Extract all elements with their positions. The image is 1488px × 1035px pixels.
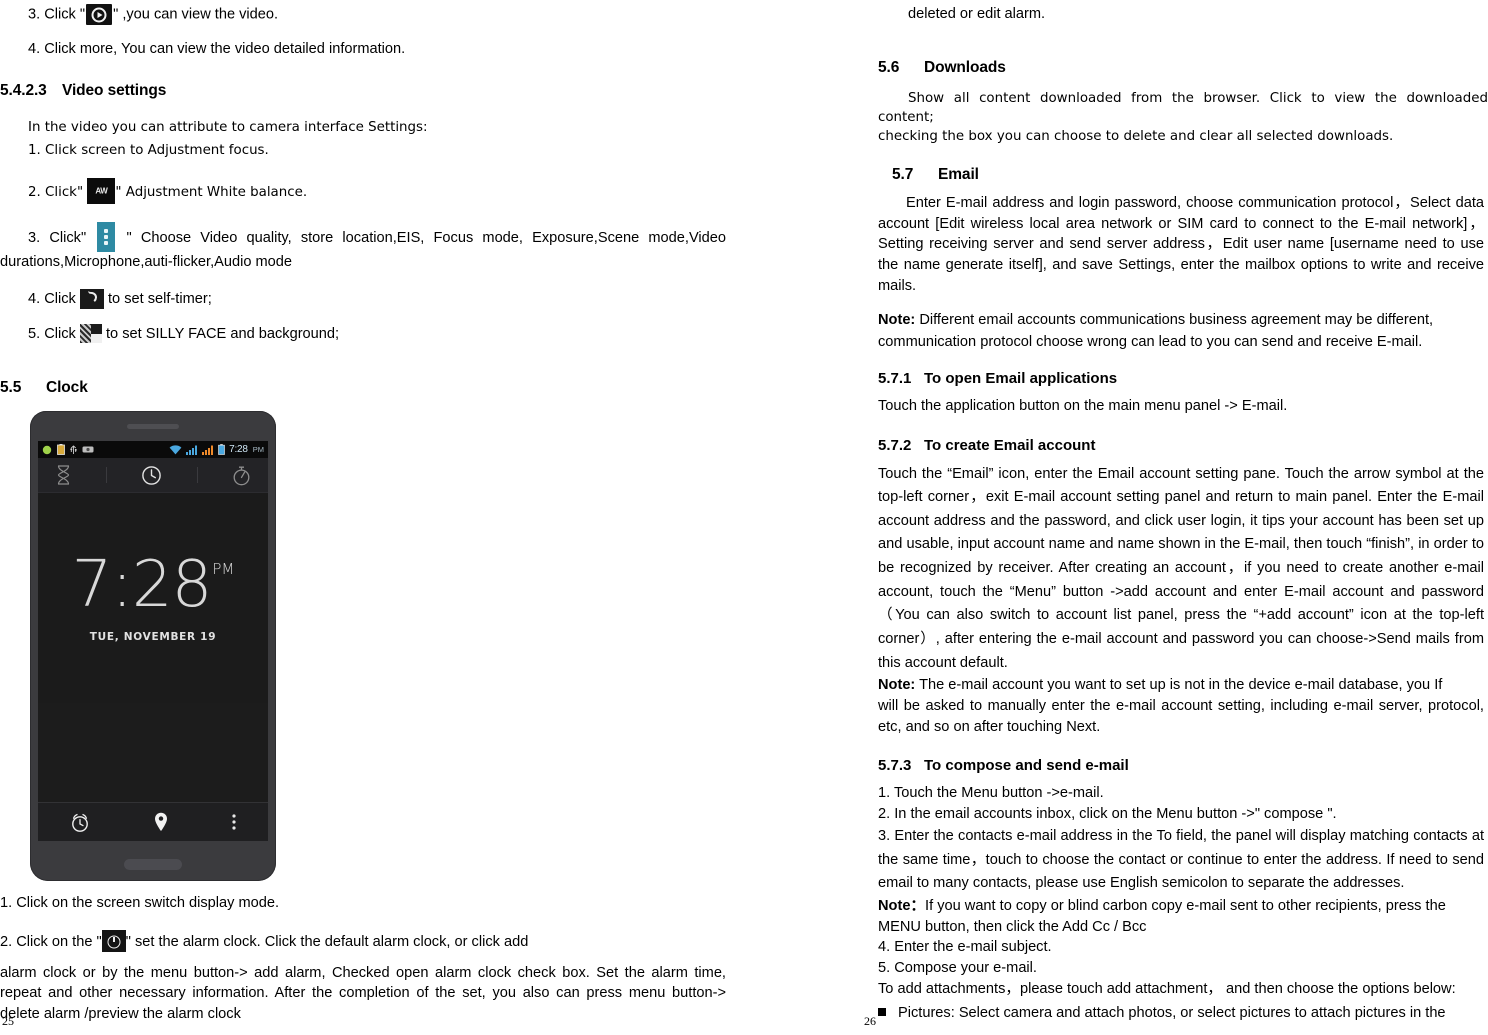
create-email-note: Note: The e-mail account you want to set… [744, 675, 1488, 696]
compose-step-5: 5. Compose your e-mail. [878, 959, 1037, 976]
create-email-note-continued: will be asked to manually enter the e-ma… [878, 698, 1484, 735]
email-intro-paragraph: Enter E-mail address and login password,… [878, 195, 1484, 294]
status-bar-ampm: PM [252, 445, 264, 455]
video-settings-intro: In the video you can attribute to camera… [28, 120, 428, 136]
left-page: 3. Click " " ,you can view the video. 4. … [0, 0, 744, 1035]
clock-ampm: PM [212, 560, 235, 579]
clock-date: TUE, NOVEMBER 19 [89, 631, 217, 644]
heading-number: 5.7.1 [878, 369, 912, 387]
create-email-account-text: Touch the “Email” icon, enter the Email … [878, 465, 1484, 671]
clock-app-screenshot: 7:28 PM 7:28PM TUE, NOVEMBER 19 [30, 411, 726, 882]
battery-icon [218, 444, 225, 456]
heading-number: 5.7 [892, 166, 914, 184]
play-icon [86, 4, 113, 25]
continued-deleted-or-edit-alarm: deleted or edit alarm. [908, 6, 1046, 22]
note-text: The e-mail account you want to set up is… [915, 677, 1443, 694]
screenshot-icon [82, 446, 94, 453]
open-email-text: Touch the application button on the main… [878, 397, 1288, 414]
heading-5-6: 5.6 Downloads [744, 59, 1488, 78]
clock-bottom-bar [38, 802, 268, 842]
heading-title: Downloads [924, 58, 1006, 76]
overflow-menu-icon[interactable] [231, 812, 237, 832]
square-bullet-icon [878, 1008, 886, 1017]
note-text: If you want to copy or blind carbon copy… [878, 897, 1446, 935]
heading-5-5: 5.5 Clock [0, 379, 726, 398]
vs-step-2: 2. Click" AW " Adjustment White balance. [0, 178, 726, 205]
email-note: Note: Different email accounts communica… [744, 309, 1488, 354]
clock-step-2-continued: alarm clock or by the menu button-> add … [0, 964, 726, 1023]
heading-5-7-1: 5.7.1 To open Email applications [744, 370, 1488, 388]
clock-tab-bar [38, 458, 268, 494]
home-button[interactable] [124, 859, 182, 871]
heading-title: Email [938, 166, 979, 184]
heading-title: Clock [46, 378, 88, 396]
heading-5-7: 5.7 Email [744, 166, 1488, 185]
timer-tab-icon[interactable] [55, 465, 72, 485]
tab-divider [196, 467, 198, 484]
self-timer-icon [79, 289, 104, 310]
note-label: Note: [878, 677, 916, 694]
heading-number: 5.5 [0, 378, 22, 396]
vs-step-5: 5. Click to set SILLY FACE and backgroun… [28, 323, 340, 343]
heading-title: Video settings [62, 81, 167, 99]
vs-step-1: 1. Click screen to Adjustment focus. [28, 143, 269, 159]
heading-title: To open Email applications [924, 369, 1118, 387]
signal-sim2-icon [202, 445, 214, 455]
heading-5-7-2: 5.7.2 To create Email account [744, 437, 1488, 455]
downloads-paragraph-line2: checking the box you can choose to delet… [878, 129, 1394, 145]
overflow-menu-icon [97, 222, 116, 253]
heading-number: 5.6 [878, 58, 900, 76]
vs-step-4: 4. Click to set self-timer; [28, 289, 212, 310]
bullet-text: Pictures: Select camera and attach photo… [898, 1005, 1446, 1022]
compose-step-1: 1. Touch the Menu button ->e-mail. [878, 785, 1104, 802]
right-page: deleted or edit alarm. 5.6 Downloads Show… [744, 0, 1488, 1035]
wifi-icon [169, 445, 182, 455]
heading-number: 5.7.2 [878, 436, 912, 454]
signal-sim1-icon [186, 445, 198, 455]
usb-icon [70, 445, 77, 455]
clock-step-2: 2. Click on the " " set the alarm clock. … [0, 929, 726, 953]
step-3-view-video: 3. Click " " ,you can view the video. [0, 4, 726, 25]
heading-5-4-2-3: 5.4.2.3 Video settings [0, 82, 726, 101]
vs-step-3: 3. Click" " Choose Video quality, store … [0, 222, 726, 273]
compose-step-2: 2. In the email accounts inbox, click on… [878, 806, 1337, 823]
heading-number: 5.7.3 [878, 757, 912, 775]
clock-time-display: 7:28PM [72, 553, 235, 617]
manual-page-spread: 3. Click " " ,you can view the video. 4. … [0, 0, 1488, 1035]
alarm-icon[interactable] [69, 812, 91, 833]
note-text: Different email accounts communications … [878, 311, 1434, 351]
pictures-bullet-item: Pictures: Select camera and attach photo… [744, 1003, 1488, 1024]
location-pin-icon[interactable] [154, 812, 168, 832]
status-bar-time: 7:28 [229, 444, 248, 456]
android-icon [42, 445, 52, 454]
heading-number: 5.4.2.3 [0, 81, 47, 99]
heading-title: To compose and send e-mail [924, 757, 1129, 775]
white-balance-icon: AW [87, 178, 116, 205]
clock-step-1: 1. Click on the screen switch display mo… [0, 895, 280, 912]
note-label: Note: [878, 311, 916, 328]
clock-tab-icon[interactable] [141, 465, 162, 486]
compose-note: Note：If you want to copy or blind carbon… [744, 896, 1488, 937]
phone-device-frame: 7:28 PM 7:28PM TUE, NOVEMBER 19 [30, 411, 276, 882]
note-label: Note： [878, 897, 926, 914]
tab-divider [106, 467, 108, 484]
alarm-clock-icon [101, 929, 126, 952]
earpiece-speaker [127, 424, 179, 430]
downloads-paragraph-line1: Show all content downloaded from the bro… [878, 91, 1488, 126]
compose-step-3: 3. Enter the contacts e-mail address in … [878, 827, 1484, 892]
stopwatch-tab-icon[interactable] [232, 465, 251, 486]
compose-step-4: 4. Enter the e-mail subject. [878, 939, 1052, 956]
page-number-right: 26 [864, 1014, 876, 1028]
attachments-line: To add attachments，please touch add atta… [878, 980, 1456, 997]
silly-face-icon [79, 323, 102, 343]
step-4-video-details: 4. Click more, You can view the video de… [28, 41, 406, 58]
battery-charging-icon [57, 444, 65, 456]
clock-time-value: 7:28 [71, 548, 213, 623]
phone-screen: 7:28 PM 7:28PM TUE, NOVEMBER 19 [38, 441, 268, 842]
heading-title: To create Email account [924, 436, 1096, 454]
clock-face[interactable]: 7:28PM TUE, NOVEMBER 19 [38, 493, 268, 704]
page-number-left: 25 [2, 1014, 14, 1028]
heading-5-7-3: 5.7.3 To compose and send e-mail [744, 757, 1488, 775]
status-bar: 7:28 PM [38, 441, 268, 459]
